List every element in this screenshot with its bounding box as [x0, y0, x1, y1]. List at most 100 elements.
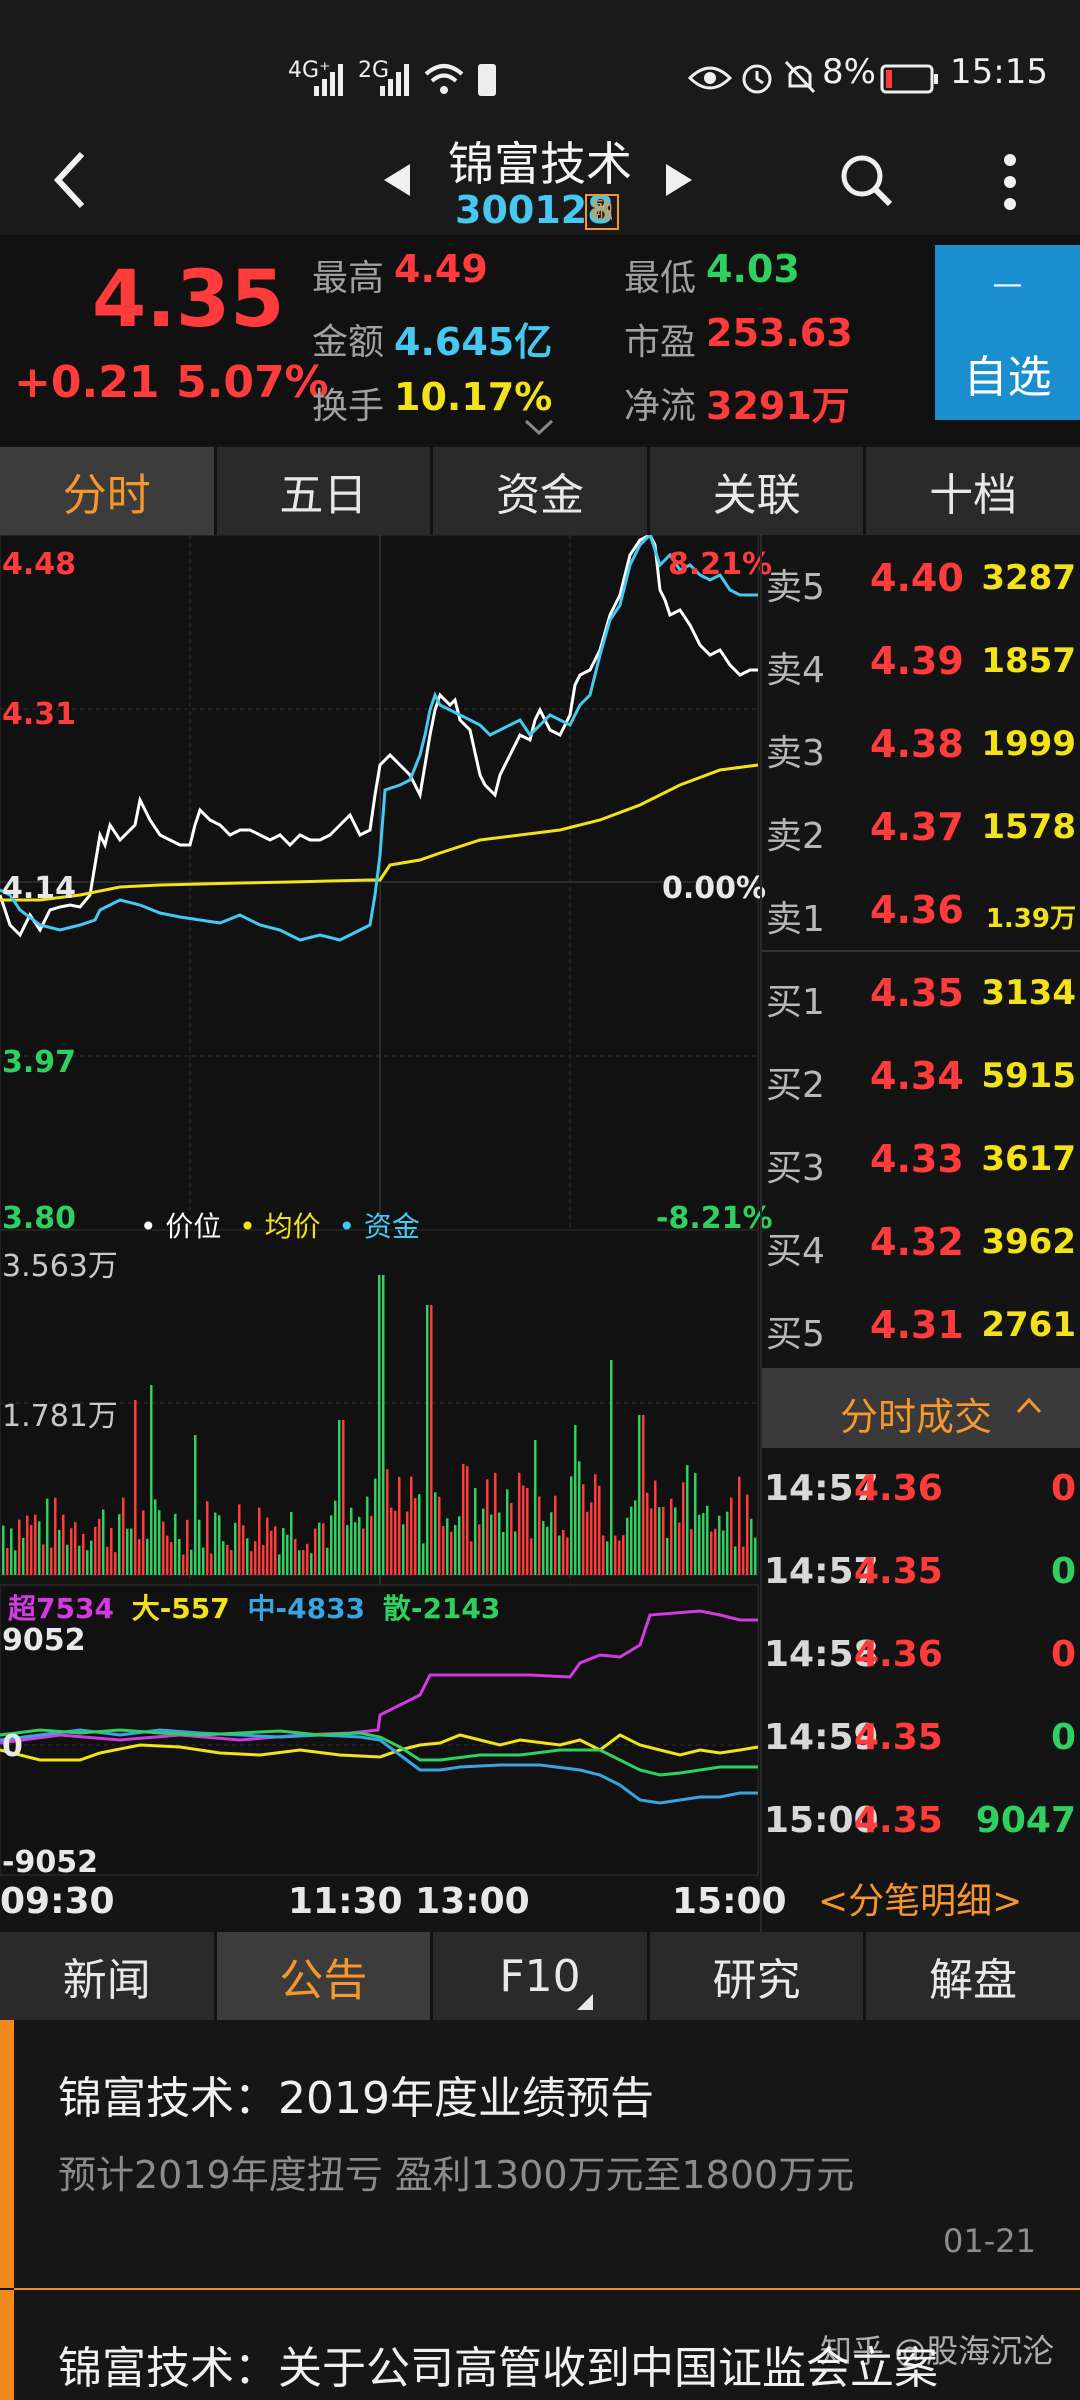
trade-detail-link[interactable]: <分笔明细> [818, 1872, 1022, 1924]
level-label: 买1 [766, 982, 825, 1023]
volume-bar [46, 1498, 49, 1575]
trades-header-button[interactable]: 分时成交 [762, 1368, 1080, 1448]
ask-row[interactable]: 卖3 4.38 1999 [762, 704, 1080, 786]
volume-bar [746, 1494, 749, 1575]
favorite-minus-icon: — [992, 267, 1023, 302]
volume-bar [42, 1544, 45, 1575]
volume-bar [174, 1513, 177, 1575]
volume-bar [162, 1521, 165, 1575]
volume-bar [662, 1506, 665, 1575]
volume-bar [510, 1503, 513, 1575]
volume-bar [402, 1524, 405, 1575]
volume-bar [10, 1528, 13, 1575]
volume-bar [182, 1554, 185, 1575]
fund-small: 散-2143 [382, 1592, 501, 1625]
volume-bar [30, 1525, 33, 1575]
volume-bar [90, 1540, 93, 1575]
level-price: 4.38 [870, 722, 964, 766]
volume-bar [446, 1518, 449, 1575]
volume-bar [394, 1510, 397, 1575]
bid-row[interactable]: 买5 4.31 2761 [762, 1285, 1080, 1367]
volume-bar [358, 1516, 361, 1575]
news-title: 锦富技术：关于公司高管收到中国证监会立案 [58, 2343, 938, 2394]
volume-bar [34, 1514, 37, 1575]
volume-bar [690, 1529, 693, 1575]
news-title: 锦富技术：2019年度业绩预告 [58, 2073, 654, 2124]
tab-intraday[interactable]: 分时 [0, 447, 214, 535]
volume-bar [254, 1541, 257, 1575]
volume-bar [102, 1509, 105, 1575]
volume-bar [466, 1466, 469, 1575]
volume-bar [210, 1553, 213, 1575]
legend-fund: 资金 [363, 1210, 420, 1243]
tab-analysis[interactable]: 解盘 [866, 1932, 1080, 2020]
tab-f10[interactable]: F10 [433, 1932, 647, 2020]
volume-bar [322, 1523, 325, 1575]
volume-bar [142, 1510, 145, 1575]
tab-five-day[interactable]: 五日 [216, 447, 431, 535]
ask-row[interactable]: 卖4 4.39 1857 [762, 621, 1080, 703]
pct-axis-mid: 0.00% [662, 871, 767, 906]
volume-bar [114, 1552, 117, 1575]
tab-fund[interactable]: 资金 [433, 447, 647, 535]
tab-research[interactable]: 研究 [649, 1932, 864, 2020]
more-menu-icon[interactable] [998, 152, 1022, 212]
news-item[interactable]: 锦富技术：2019年度业绩预告 预计2019年度扭亏 盈利1300万元至1800… [0, 2020, 1080, 2288]
search-icon[interactable] [838, 152, 894, 208]
volume-bar [750, 1518, 753, 1575]
volume-bar [406, 1511, 409, 1575]
last-price: 4.35 [92, 255, 285, 345]
battery-percent: 8% [822, 52, 876, 92]
price-change: +0.21 [14, 357, 160, 408]
volume-bar [286, 1534, 289, 1575]
volume-bar [698, 1514, 701, 1575]
price-axis-top: 4.48 [2, 547, 77, 582]
volume-bar [654, 1480, 657, 1575]
volume-bar [546, 1526, 549, 1575]
tab-ten-level[interactable]: 十档 [866, 447, 1080, 535]
favorite-label: 自选 [963, 352, 1052, 403]
next-stock-icon[interactable] [664, 162, 694, 198]
price-axis-mid: 4.14 [2, 871, 77, 906]
tab-related[interactable]: 关联 [649, 447, 864, 535]
volume-bar [378, 1275, 381, 1575]
bid-row[interactable]: 买1 4.35 3134 [762, 953, 1080, 1035]
bid-row[interactable]: 买3 4.33 3617 [762, 1119, 1080, 1201]
volume-bar [718, 1515, 721, 1575]
volume-bar [62, 1514, 65, 1575]
ask-row[interactable]: 卖1 4.36 1.39万 [762, 870, 1080, 952]
volume-bar [706, 1505, 709, 1575]
bid-row[interactable]: 买2 4.34 5915 [762, 1036, 1080, 1118]
tab-news[interactable]: 新闻 [0, 1932, 214, 2020]
expand-chevron-icon[interactable] [522, 417, 556, 439]
volume-bar [282, 1527, 285, 1575]
prev-stock-icon[interactable] [382, 162, 412, 198]
sim-icon [478, 64, 496, 96]
volume-bar [354, 1522, 357, 1575]
news-tabs: 新闻 公告 F10 研究 解盘 [0, 1932, 1080, 2020]
bid-row[interactable]: 买4 4.32 3962 [762, 1202, 1080, 1284]
volume-bar [238, 1504, 241, 1575]
trade-row: 15:00 4.35 9047 [762, 1782, 1080, 1864]
volume-bar [502, 1531, 505, 1575]
pct-axis-top: 8.21% [668, 547, 773, 582]
level-price: 4.39 [870, 639, 964, 683]
volume-bar [522, 1485, 525, 1575]
volume-bar [262, 1545, 265, 1575]
volume-bar [138, 1539, 141, 1575]
trade-volume: 9047 [975, 1800, 1076, 1841]
tab-announcements[interactable]: 公告 [216, 1932, 431, 2020]
back-arrow-icon[interactable] [50, 150, 90, 210]
level-label: 买3 [766, 1148, 825, 1189]
volume-bar [226, 1544, 229, 1575]
volume-bar [710, 1531, 713, 1575]
volume-bar [246, 1538, 249, 1575]
add-favorite-button[interactable]: — 自选 [935, 245, 1080, 420]
ask-row[interactable]: 卖5 4.40 3287 [762, 538, 1080, 620]
intraday-chart[interactable]: 4.48 4.31 4.14 3.97 3.80 8.21% 0.00% -8.… [0, 535, 787, 1935]
ask-row[interactable]: 卖2 4.37 1578 [762, 787, 1080, 869]
volume-bar [214, 1512, 217, 1575]
trade-row: 14:58 4.36 0 [762, 1616, 1080, 1698]
volume-bar [54, 1497, 57, 1575]
watermark: 知乎 @股海沉沦 [820, 2332, 1055, 2370]
